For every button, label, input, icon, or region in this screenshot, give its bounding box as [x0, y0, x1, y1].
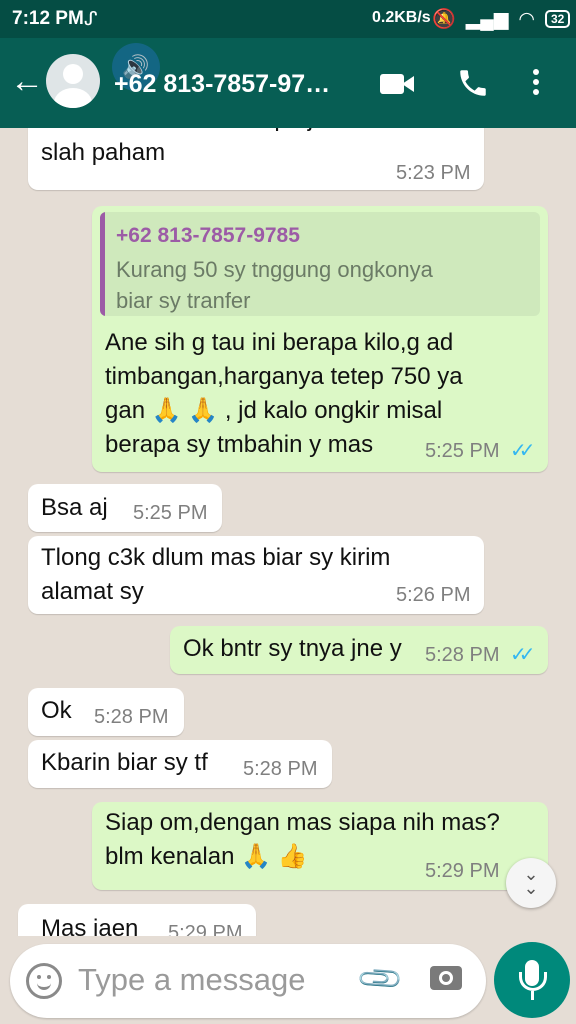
message-outgoing[interactable]: Ok bntr sy tnya jne y 5:28 PM ✓✓: [170, 626, 548, 674]
signal-icon: ▂▄▆: [465, 8, 509, 30]
message-time: 5:25 PM: [133, 502, 208, 524]
attach-icon[interactable]: 📎: [355, 954, 406, 1005]
chat-area[interactable]: Kirom sswai alamat ktp aja biar nda slah…: [0, 128, 576, 936]
message-time: 5:28 PM: [94, 706, 169, 728]
more-options-icon[interactable]: [530, 66, 542, 102]
message-time: 5:28 PM: [425, 644, 500, 666]
message-incoming[interactable]: Kbarin biar sy tf 5:28 PM: [28, 740, 332, 788]
contact-name[interactable]: +62 813-7857-97…: [114, 70, 366, 99]
message-incoming[interactable]: Bsa aj 5:25 PM: [28, 484, 222, 532]
emoji-icon[interactable]: [26, 963, 62, 999]
message-text: Ok bntr sy tnya jne y: [183, 635, 402, 662]
message-time: 5:26 PM: [396, 584, 471, 606]
message-outgoing[interactable]: Siap om,dengan mas siapa nih mas? blm ke…: [92, 802, 548, 890]
quoted-sender: +62 813-7857-9785: [116, 224, 300, 247]
mute-icon: 🔕: [432, 9, 456, 30]
quoted-message[interactable]: +62 813-7857-9785 Kurang 50 sy tnggung o…: [100, 212, 540, 316]
message-time: 5:28 PM: [243, 758, 318, 780]
read-ticks-icon: ✓✓: [510, 644, 535, 666]
message-time: 5:23 PM: [396, 162, 471, 184]
avatar-icon[interactable]: [46, 54, 100, 108]
message-text: Bsa aj: [41, 494, 108, 521]
read-ticks-icon: ✓✓: [510, 440, 535, 462]
message-incoming[interactable]: Tlong c3k dlum mas biar sy kirim alamat …: [28, 536, 484, 614]
system-icons: 🔕 ▂▄▆ ◠ 32: [432, 7, 571, 31]
status-time: 7:12 PM: [12, 8, 84, 29]
wifi-icon: ◠: [518, 8, 535, 30]
network-speed: 0.2KB/s: [372, 9, 431, 26]
message-incoming[interactable]: Ok 5:28 PM: [28, 688, 184, 736]
battery-icon: 32: [544, 10, 571, 28]
message-incoming[interactable]: Mas jaen 5:29 PM: [18, 904, 256, 936]
phone-icon[interactable]: [456, 66, 496, 102]
message-time: 5:25 PM: [425, 440, 500, 462]
quoted-text: Kurang 50 sy tnggung ongkonya biar sy tr…: [116, 257, 433, 313]
message-time: 5:29 PM: [168, 922, 243, 936]
message-text: Mas jaen: [41, 915, 139, 936]
message-input[interactable]: Type a message: [78, 962, 305, 998]
message-text: Tlong c3k dlum mas biar sy kirim alamat …: [41, 544, 391, 605]
back-arrow-icon[interactable]: ←: [10, 64, 44, 98]
message-input-bar[interactable]: Type a message 📎: [10, 944, 486, 1018]
message-text: Ok: [41, 697, 72, 724]
notification-icon: ᔑ: [84, 9, 98, 30]
message-text: Ane sih g tau ini berapa kilo,g ad timba…: [105, 329, 463, 458]
chat-header: ← 🔊 +62 813-7857-97…: [0, 38, 576, 128]
video-call-icon[interactable]: [378, 66, 418, 102]
status-bar: 7:12 PM ᔑ 0.2KB/s 🔕 ▂▄▆ ◠ 32: [0, 0, 576, 38]
message-text: Kirom sswai alamat ktp aja biar nda slah…: [41, 128, 420, 166]
message-outgoing[interactable]: +62 813-7857-9785 Kurang 50 sy tnggung o…: [92, 206, 548, 472]
message-time: 5:29 PM: [425, 860, 500, 882]
camera-icon[interactable]: [430, 966, 462, 990]
mic-icon[interactable]: [494, 942, 570, 1018]
scroll-down-icon[interactable]: ⌄ ⌄: [506, 858, 556, 908]
message-incoming[interactable]: Kirom sswai alamat ktp aja biar nda slah…: [28, 128, 484, 190]
message-text: Kbarin biar sy tf: [41, 749, 208, 776]
